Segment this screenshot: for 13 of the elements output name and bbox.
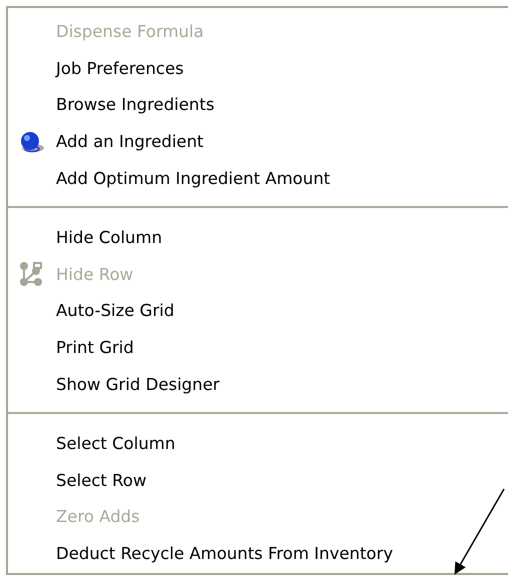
- menu-item[interactable]: Show Grid Designer: [56, 375, 220, 394]
- menu-item[interactable]: Browse Ingredients: [56, 95, 214, 114]
- menu-item[interactable]: Add Optimum Ingredient Amount: [56, 169, 330, 188]
- menu-item[interactable]: Add an Ingredient: [56, 132, 204, 152]
- menu-item[interactable]: Select Column: [56, 434, 176, 453]
- menu-item[interactable]: Deduct Recycle Amounts From Inventory: [56, 544, 393, 564]
- menu-item[interactable]: Print Grid: [56, 338, 134, 358]
- menu-item[interactable]: Auto-Size Grid: [56, 301, 174, 320]
- menu-item[interactable]: Hide Column: [56, 228, 162, 247]
- globe-icon: [19, 130, 45, 153]
- node-tree-icon: [20, 262, 44, 286]
- menu-item[interactable]: Job Preferences: [56, 58, 184, 78]
- menu-item[interactable]: Select Row: [56, 470, 146, 490]
